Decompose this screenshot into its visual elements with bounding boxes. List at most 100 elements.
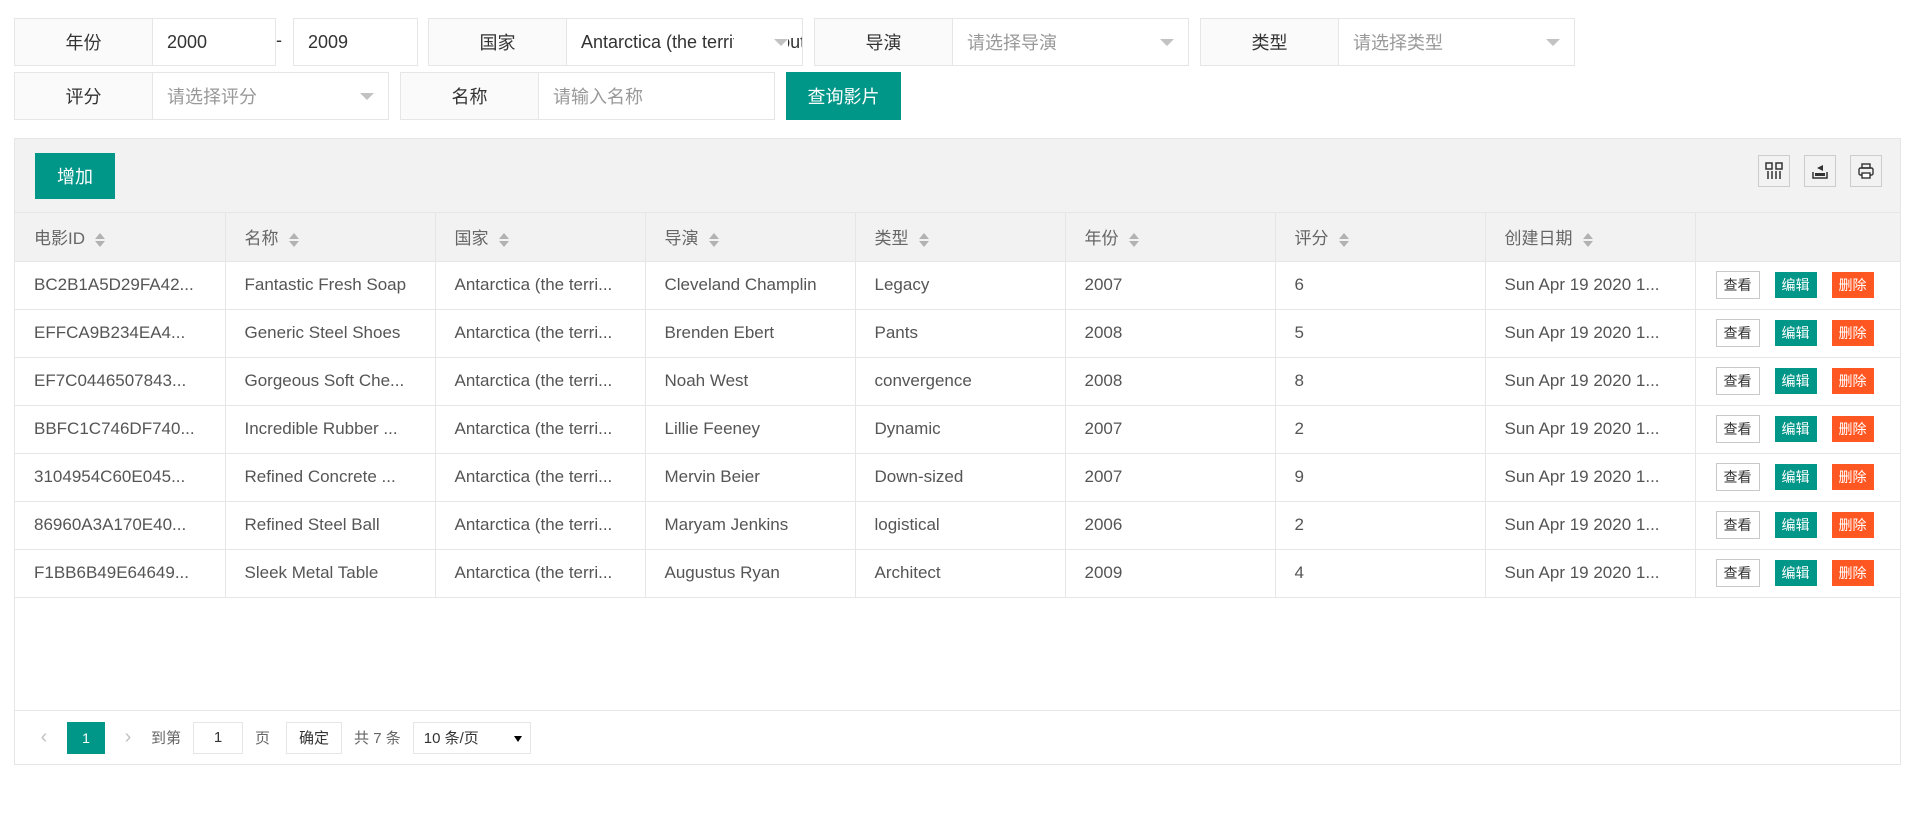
cell-created: Sun Apr 19 2020 1...	[1485, 309, 1696, 358]
cell-director: Cleveland Champlin	[645, 261, 856, 310]
export-icon[interactable]	[1804, 155, 1836, 187]
chevron-down-icon	[774, 39, 788, 46]
cell-genre: Down-sized	[855, 453, 1066, 502]
cell-year: 2007	[1065, 405, 1276, 454]
view-button[interactable]: 查看	[1715, 319, 1760, 347]
cell-name: Refined Steel Ball	[225, 501, 436, 550]
delete-button[interactable]: 删除	[1831, 320, 1874, 346]
column-header-label: 评分	[1294, 229, 1329, 249]
cell-name: Generic Steel Shoes	[225, 309, 436, 358]
genre-select[interactable]: 请选择类型	[1339, 19, 1574, 65]
column-header-id[interactable]: 电影ID	[15, 213, 226, 262]
country-select-value: Antarctica (the territory South of 60 de…	[581, 31, 802, 52]
cell-actions: 查看 编辑 删除	[1695, 453, 1900, 502]
cell-genre: Legacy	[855, 261, 1066, 310]
goto-prefix: 到第	[151, 730, 182, 747]
sort-icon[interactable]	[498, 232, 509, 248]
column-header-rating[interactable]: 评分	[1275, 213, 1486, 262]
column-header-created[interactable]: 创建日期	[1485, 213, 1696, 262]
director-label: 导演	[815, 19, 953, 65]
cell-id: BC2B1A5D29FA42...	[15, 261, 226, 310]
search-movies-button[interactable]: 查询影片	[786, 72, 901, 120]
view-button[interactable]: 查看	[1715, 511, 1760, 539]
column-header-name[interactable]: 名称	[225, 213, 436, 262]
name-input[interactable]: 请输入名称	[539, 73, 774, 119]
prev-page-icon[interactable]: ‹	[33, 726, 55, 749]
delete-button[interactable]: 删除	[1831, 464, 1874, 490]
column-header-year[interactable]: 年份	[1065, 213, 1276, 262]
cell-rating: 9	[1275, 453, 1486, 502]
print-icon[interactable]	[1850, 155, 1882, 187]
view-button[interactable]: 查看	[1715, 559, 1760, 587]
sort-icon[interactable]	[918, 232, 929, 248]
genre-filter[interactable]: 类型 请选择类型	[1200, 18, 1575, 66]
cell-rating: 4	[1275, 549, 1486, 598]
rating-filter[interactable]: 评分 请选择评分	[14, 72, 389, 120]
column-header-label: 导演	[664, 229, 699, 249]
rating-select[interactable]: 请选择评分	[153, 73, 388, 119]
delete-button[interactable]: 删除	[1831, 416, 1874, 442]
country-filter[interactable]: 国家 Antarctica (the territory South of 60…	[428, 18, 803, 66]
edit-button[interactable]: 编辑	[1774, 416, 1817, 442]
column-header-actions	[1695, 213, 1900, 262]
cell-created: Sun Apr 19 2020 1...	[1485, 357, 1696, 406]
column-header-country[interactable]: 国家	[435, 213, 646, 262]
edit-button[interactable]: 编辑	[1774, 560, 1817, 586]
column-header-label: 创建日期	[1504, 229, 1573, 249]
edit-button[interactable]: 编辑	[1774, 464, 1817, 490]
column-header-label: 年份	[1084, 229, 1119, 249]
cell-year: 2006	[1065, 501, 1276, 550]
add-button[interactable]: 增加	[35, 153, 115, 199]
delete-button[interactable]: 删除	[1831, 272, 1874, 298]
cell-created: Sun Apr 19 2020 1...	[1485, 453, 1696, 502]
page-size-select[interactable]: 10 条/页	[412, 721, 531, 754]
chevron-down-icon	[1546, 39, 1560, 46]
cell-director: Lillie Feeney	[645, 405, 856, 454]
sort-icon[interactable]	[708, 232, 719, 248]
next-page-icon[interactable]: ›	[117, 726, 139, 749]
sort-icon[interactable]	[1128, 232, 1139, 248]
sort-icon[interactable]	[1582, 232, 1593, 248]
column-header-director[interactable]: 导演	[645, 213, 856, 262]
view-button[interactable]: 查看	[1715, 271, 1760, 299]
country-select[interactable]: Antarctica (the territory South of 60 de…	[567, 19, 802, 65]
column-header-genre[interactable]: 类型	[855, 213, 1066, 262]
goto-confirm-button[interactable]: 确定	[286, 721, 343, 754]
edit-button[interactable]: 编辑	[1774, 512, 1817, 538]
cell-rating: 2	[1275, 501, 1486, 550]
view-button[interactable]: 查看	[1715, 367, 1760, 395]
columns-filter-icon[interactable]	[1758, 155, 1790, 187]
current-page[interactable]: 1	[67, 721, 105, 754]
cell-actions: 查看 编辑 删除	[1695, 405, 1900, 454]
edit-button[interactable]: 编辑	[1774, 368, 1817, 394]
cell-id: BBFC1C746DF740...	[15, 405, 226, 454]
view-button[interactable]: 查看	[1715, 415, 1760, 443]
delete-button[interactable]: 删除	[1831, 512, 1874, 538]
cell-created: Sun Apr 19 2020 1...	[1485, 501, 1696, 550]
cell-country: Antarctica (the terri...	[435, 261, 646, 310]
sort-icon[interactable]	[288, 232, 299, 248]
director-select[interactable]: 请选择导演	[953, 19, 1188, 65]
edit-button[interactable]: 编辑	[1774, 320, 1817, 346]
delete-button[interactable]: 删除	[1831, 560, 1874, 586]
goto-page-input[interactable]: 1	[193, 721, 244, 754]
sort-icon[interactable]	[1338, 232, 1349, 248]
delete-button[interactable]: 删除	[1831, 368, 1874, 394]
sort-icon[interactable]	[95, 232, 105, 248]
cell-actions: 查看 编辑 删除	[1695, 501, 1900, 550]
view-button[interactable]: 查看	[1715, 463, 1760, 491]
name-filter[interactable]: 名称 请输入名称	[400, 72, 775, 120]
cell-year: 2007	[1065, 453, 1276, 502]
movie-table: 电影ID 名称 国家 导演 类型 年份 评分 创建日期 BC2B1A5D29FA…	[15, 213, 1900, 598]
cell-actions: 查看 编辑 删除	[1695, 309, 1900, 358]
year-to-input[interactable]: 2009	[293, 18, 418, 66]
year-from-input[interactable]: 2000	[153, 19, 275, 65]
cell-name: Incredible Rubber ...	[225, 405, 436, 454]
edit-button[interactable]: 编辑	[1774, 272, 1817, 298]
chevron-down-icon	[1160, 39, 1174, 46]
cell-actions: 查看 编辑 删除	[1695, 357, 1900, 406]
table-row: BBFC1C746DF740... Incredible Rubber ... An…	[15, 405, 1900, 454]
cell-genre: Dynamic	[855, 405, 1066, 454]
cell-name: Refined Concrete ...	[225, 453, 436, 502]
director-filter[interactable]: 导演 请选择导演	[814, 18, 1189, 66]
